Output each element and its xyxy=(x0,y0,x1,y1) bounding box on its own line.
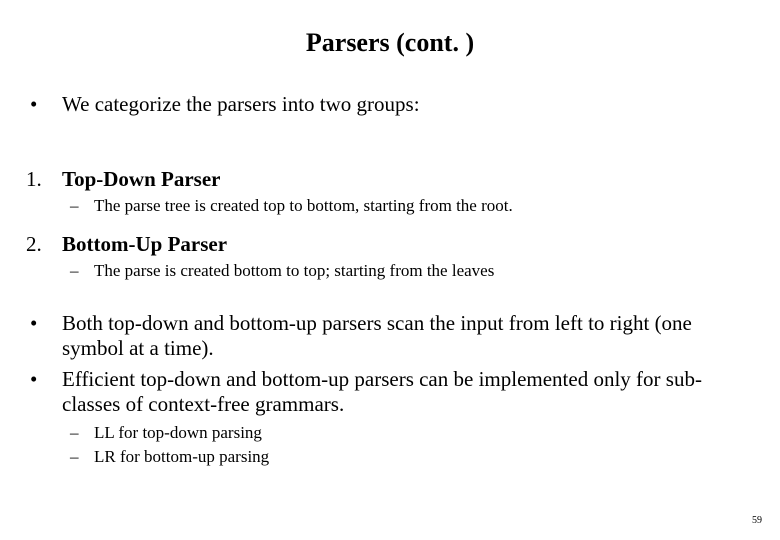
spacer xyxy=(26,283,754,311)
intro-text: We categorize the parsers into two group… xyxy=(62,92,754,117)
sub-point-2-text: LR for bottom-up parsing xyxy=(94,447,754,467)
slide-title: Parsers (cont. ) xyxy=(26,28,754,58)
dash-icon: – xyxy=(70,196,94,216)
point-2-text: Efficient top-down and bottom-up parsers… xyxy=(62,367,754,417)
point-1: • Both top-down and bottom-up parsers sc… xyxy=(26,311,754,361)
numbered-item-1: 1. Top-Down Parser xyxy=(26,167,754,192)
bullet-icon: • xyxy=(26,92,62,117)
dash-icon: – xyxy=(70,447,94,467)
sub-text-1: The parse tree is created top to bottom,… xyxy=(94,196,754,216)
page-number: 59 xyxy=(752,515,762,526)
numbered-title-2: Bottom-Up Parser xyxy=(62,232,754,257)
point-1-text: Both top-down and bottom-up parsers scan… xyxy=(62,311,754,361)
numbered-title-1: Top-Down Parser xyxy=(62,167,754,192)
number-marker-2: 2. xyxy=(26,232,62,257)
point-2: • Efficient top-down and bottom-up parse… xyxy=(26,367,754,417)
slide: Parsers (cont. ) • We categorize the par… xyxy=(0,0,780,489)
numbered-item-2: 2. Bottom-Up Parser xyxy=(26,232,754,257)
spacer xyxy=(26,139,754,159)
sub-point-2: – LR for bottom-up parsing xyxy=(70,447,754,467)
sub-text-2: The parse is created bottom to top; star… xyxy=(94,261,754,281)
sub-item-2: – The parse is created bottom to top; st… xyxy=(70,261,754,281)
bullet-icon: • xyxy=(26,311,62,361)
spacer xyxy=(26,218,754,224)
number-marker-1: 1. xyxy=(26,167,62,192)
sub-item-1: – The parse tree is created top to botto… xyxy=(70,196,754,216)
dash-icon: – xyxy=(70,423,94,443)
dash-icon: – xyxy=(70,261,94,281)
bullet-icon: • xyxy=(26,367,62,417)
intro-bullet: • We categorize the parsers into two gro… xyxy=(26,92,754,117)
sub-point-1: – LL for top-down parsing xyxy=(70,423,754,443)
sub-point-1-text: LL for top-down parsing xyxy=(94,423,754,443)
